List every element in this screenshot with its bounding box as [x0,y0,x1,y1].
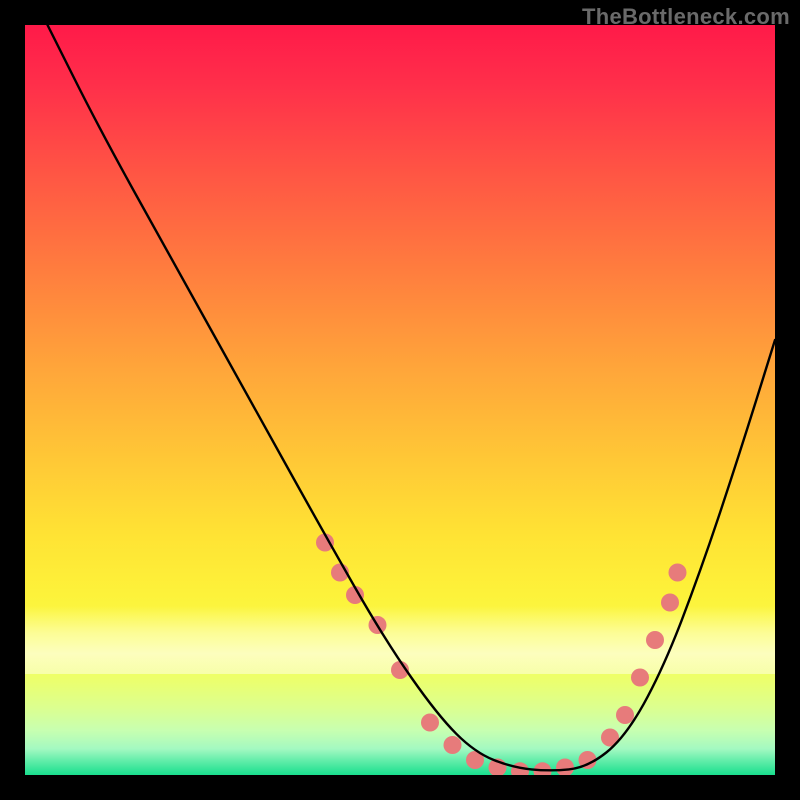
curve-marker [631,669,649,687]
curve-layer [25,25,775,775]
watermark-text: TheBottleneck.com [582,4,790,30]
marker-group [316,534,687,776]
bottleneck-curve [48,25,776,770]
curve-marker [556,759,574,776]
curve-marker [421,714,439,732]
plot-area [25,25,775,775]
curve-marker [616,706,634,724]
curve-marker [661,594,679,612]
curve-marker [669,564,687,582]
curve-marker [646,631,664,649]
chart-frame: TheBottleneck.com [0,0,800,800]
curve-marker [444,736,462,754]
